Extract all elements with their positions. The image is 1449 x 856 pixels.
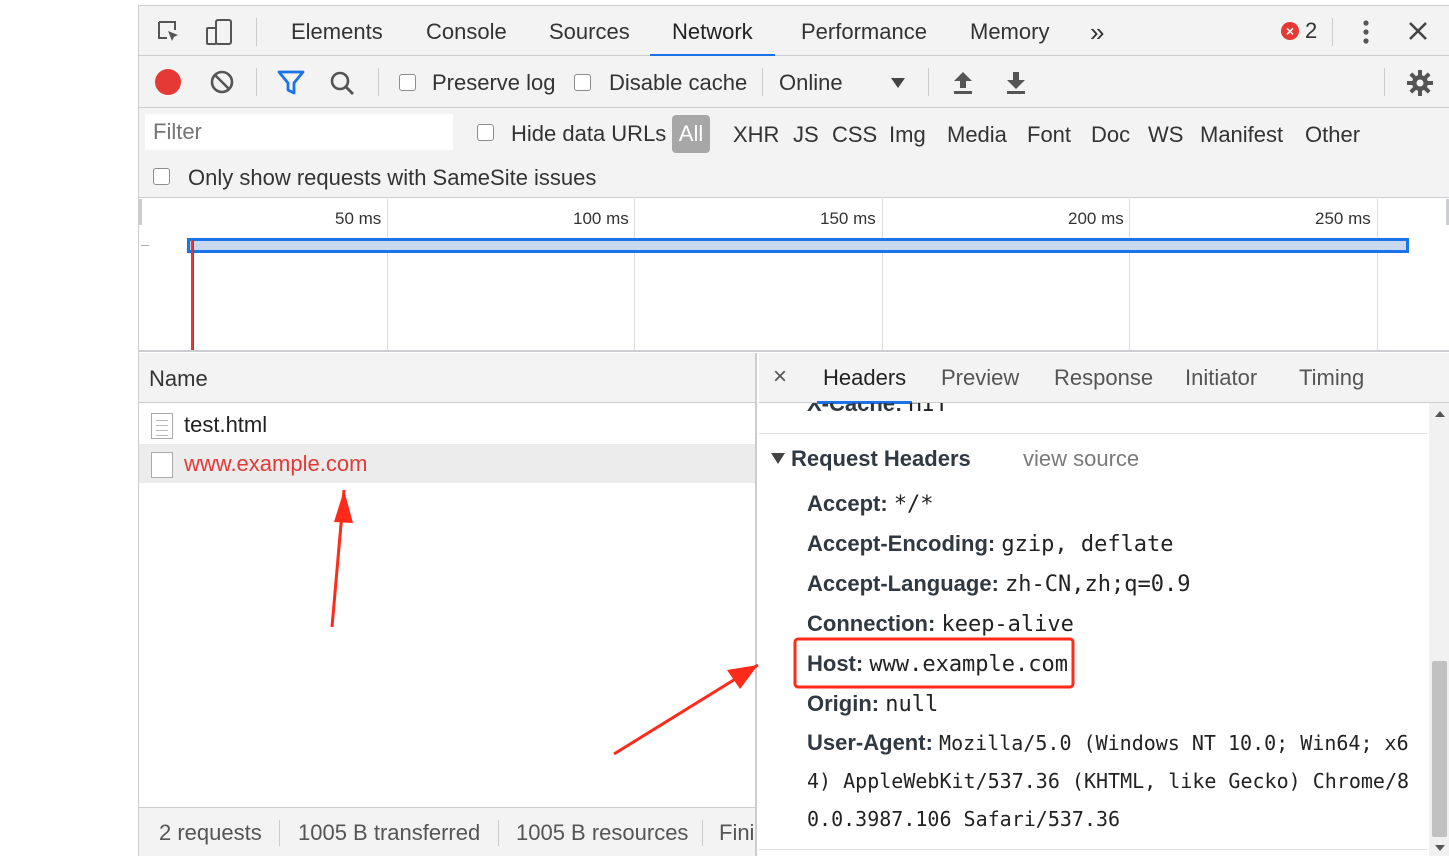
finish-time: Fini bbox=[719, 820, 755, 845]
header-row[interactable]: Connection: keep-alive bbox=[807, 611, 1074, 637]
kebab-menu-icon[interactable] bbox=[1361, 18, 1371, 46]
header-row[interactable]: Accept-Language: zh-CN,zh;q=0.9 bbox=[807, 571, 1190, 597]
request-list: Name test.html www.example.com 2 request… bbox=[139, 353, 757, 856]
name-column-header[interactable]: Name bbox=[139, 353, 755, 403]
tab-elements[interactable]: Elements bbox=[289, 6, 385, 56]
user-agent-continuation: 0.0.3987.106 Safari/537.36 bbox=[807, 807, 1121, 831]
devtools-window: Elements Console Sources Network Perform… bbox=[138, 5, 1449, 856]
preserve-log-label: Preserve log bbox=[432, 70, 556, 95]
throttling-select[interactable]: Online bbox=[779, 70, 843, 96]
details-tab-bar: × Headers Preview Response Initiator Tim… bbox=[759, 353, 1449, 404]
filter-bar: Hide data URLs All XHR JS CSS Img Media … bbox=[139, 108, 1449, 198]
header-row-host[interactable]: Host: www.example.com bbox=[807, 651, 1068, 677]
timeline-tick: 100 ms bbox=[573, 209, 629, 228]
details-scrollbar[interactable] bbox=[1429, 403, 1449, 856]
close-devtools-icon[interactable] bbox=[1407, 20, 1429, 42]
header-row[interactable]: Origin: null bbox=[807, 691, 938, 717]
request-name: test.html bbox=[184, 412, 268, 437]
header-row[interactable]: X-Cache: HIT bbox=[807, 403, 948, 417]
transferred-size: 1005 B transferred bbox=[298, 820, 481, 845]
tab-headers[interactable]: Headers bbox=[816, 353, 913, 404]
scroll-up-arrow-icon[interactable] bbox=[1435, 411, 1445, 417]
request-headers-title[interactable]: Request Headers bbox=[791, 446, 971, 472]
type-filter-font[interactable]: Font bbox=[1027, 122, 1071, 148]
document-icon bbox=[151, 413, 173, 439]
header-row[interactable]: Accept: */* bbox=[807, 491, 934, 517]
network-status-bar: 2 requests 1005 B transferred 1005 B res… bbox=[139, 807, 755, 856]
record-icon[interactable] bbox=[155, 69, 181, 95]
header-row[interactable]: Accept-Encoding: gzip, deflate bbox=[807, 531, 1174, 557]
file-icon bbox=[151, 452, 173, 478]
type-filter-js[interactable]: JS bbox=[793, 122, 819, 148]
request-name: www.example.com bbox=[184, 451, 368, 476]
type-filter-xhr[interactable]: XHR bbox=[733, 122, 779, 148]
chevron-down-icon[interactable] bbox=[891, 78, 905, 88]
disable-cache-checkbox[interactable] bbox=[574, 74, 591, 91]
request-row[interactable]: www.example.com bbox=[139, 444, 755, 483]
export-har-icon[interactable] bbox=[1004, 69, 1028, 95]
filter-input[interactable] bbox=[145, 114, 453, 150]
inspect-element-icon[interactable] bbox=[155, 18, 183, 46]
type-filter-css[interactable]: CSS bbox=[832, 122, 877, 148]
network-toolbar: Preserve log Disable cache Online bbox=[139, 56, 1449, 108]
headers-content: X-Cache: HIT Request Headers view source… bbox=[759, 403, 1427, 856]
import-har-icon[interactable] bbox=[951, 69, 975, 95]
scroll-down-arrow-icon[interactable] bbox=[1435, 845, 1445, 851]
tab-sources[interactable]: Sources bbox=[547, 6, 632, 56]
dom-content-loaded-marker bbox=[193, 240, 194, 350]
hide-data-urls-checkbox[interactable] bbox=[477, 124, 494, 141]
tab-network[interactable]: Network bbox=[650, 6, 775, 57]
scroll-thumb[interactable] bbox=[1432, 661, 1447, 837]
disable-cache-label: Disable cache bbox=[609, 70, 748, 95]
type-filter-ws[interactable]: WS bbox=[1148, 122, 1183, 148]
request-row[interactable]: test.html bbox=[139, 405, 755, 444]
type-filter-all[interactable]: All bbox=[672, 115, 710, 153]
timeline-request-bar bbox=[187, 238, 1409, 253]
tab-preview[interactable]: Preview bbox=[941, 353, 1019, 403]
type-filter-img[interactable]: Img bbox=[889, 122, 926, 148]
timeline-tick: 250 ms bbox=[1315, 209, 1371, 228]
error-icon[interactable]: × bbox=[1281, 22, 1299, 40]
resources-size: 1005 B resources bbox=[516, 820, 689, 845]
tab-initiator[interactable]: Initiator bbox=[1185, 353, 1257, 403]
device-toolbar-icon[interactable] bbox=[205, 18, 233, 46]
gear-icon[interactable] bbox=[1406, 69, 1434, 97]
tab-response[interactable]: Response bbox=[1054, 353, 1153, 403]
user-agent-continuation: 4) AppleWebKit/537.36 (KHTML, like Gecko… bbox=[807, 769, 1410, 793]
tab-performance[interactable]: Performance bbox=[799, 6, 929, 56]
timeline-tick: 150 ms bbox=[820, 209, 876, 228]
view-source-link[interactable]: view source bbox=[1023, 446, 1139, 472]
request-details-panel: × Headers Preview Response Initiator Tim… bbox=[759, 353, 1449, 856]
type-filter-manifest[interactable]: Manifest bbox=[1200, 122, 1283, 148]
type-filter-media[interactable]: Media bbox=[947, 122, 1007, 148]
error-count[interactable]: 2 bbox=[1305, 18, 1317, 44]
tab-console[interactable]: Console bbox=[424, 6, 509, 56]
timeline-tick: 200 ms bbox=[1068, 209, 1124, 228]
main-tab-bar: Elements Console Sources Network Perform… bbox=[139, 6, 1449, 57]
samesite-label: Only show requests with SameSite issues bbox=[188, 165, 597, 190]
more-tabs-button[interactable]: » bbox=[1088, 6, 1106, 56]
samesite-checkbox[interactable] bbox=[153, 168, 170, 185]
preserve-log-checkbox[interactable] bbox=[399, 74, 416, 91]
request-count: 2 requests bbox=[159, 820, 262, 845]
close-icon[interactable]: × bbox=[773, 363, 787, 391]
network-overview[interactable]: 50 ms 100 ms 150 ms 200 ms 250 ms bbox=[139, 199, 1449, 352]
tab-timing[interactable]: Timing bbox=[1299, 353, 1364, 403]
hide-data-urls-label: Hide data URLs bbox=[511, 121, 667, 146]
collapse-triangle-icon[interactable] bbox=[771, 453, 785, 464]
header-row[interactable]: User-Agent: Mozilla/5.0 (Windows NT 10.0… bbox=[807, 730, 1409, 756]
timeline-tick: 50 ms bbox=[335, 209, 382, 228]
search-icon[interactable] bbox=[329, 70, 355, 96]
type-filter-doc[interactable]: Doc bbox=[1091, 122, 1130, 148]
clear-icon[interactable] bbox=[209, 69, 235, 95]
filter-icon[interactable] bbox=[277, 70, 305, 96]
tab-memory[interactable]: Memory bbox=[968, 6, 1051, 56]
type-filter-other[interactable]: Other bbox=[1305, 122, 1360, 148]
